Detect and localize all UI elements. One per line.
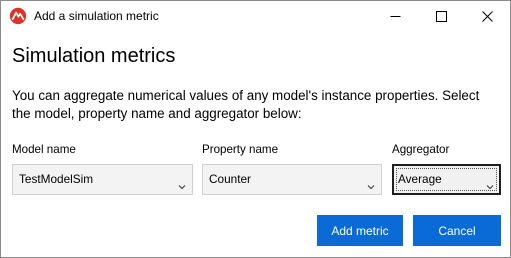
minimize-icon: [390, 11, 401, 22]
model-name-value: TestModelSim: [19, 172, 94, 186]
minimize-button[interactable]: [372, 1, 418, 32]
chevron-down-icon: [486, 177, 494, 190]
chevron-down-icon: [178, 177, 186, 190]
page-title: Simulation metrics: [12, 45, 176, 67]
close-button[interactable]: [464, 1, 510, 32]
maximize-icon: [435, 11, 447, 22]
property-name-select[interactable]: Counter: [202, 164, 382, 195]
chevron-down-icon: [367, 177, 375, 190]
model-name-label: Model name: [12, 143, 76, 156]
aggregator-label: Aggregator: [392, 143, 450, 156]
title-bar[interactable]: Add a simulation metric: [1, 1, 510, 32]
cancel-button[interactable]: Cancel: [413, 215, 501, 246]
model-name-select[interactable]: TestModelSim: [12, 164, 193, 195]
aggregator-select[interactable]: Average: [392, 164, 501, 195]
aggregator-value: Average: [398, 172, 442, 186]
close-icon: [481, 11, 493, 22]
app-logo-icon: [9, 7, 27, 25]
dialog-window: Add a simulation metric Simulation metri…: [0, 0, 511, 258]
add-metric-button[interactable]: Add metric: [317, 215, 403, 246]
description-text: You can aggregate numerical values of an…: [12, 88, 480, 121]
property-name-value: Counter: [209, 172, 251, 186]
window-title: Add a simulation metric: [34, 9, 159, 23]
maximize-button[interactable]: [418, 1, 464, 32]
property-name-label: Property name: [202, 143, 279, 156]
